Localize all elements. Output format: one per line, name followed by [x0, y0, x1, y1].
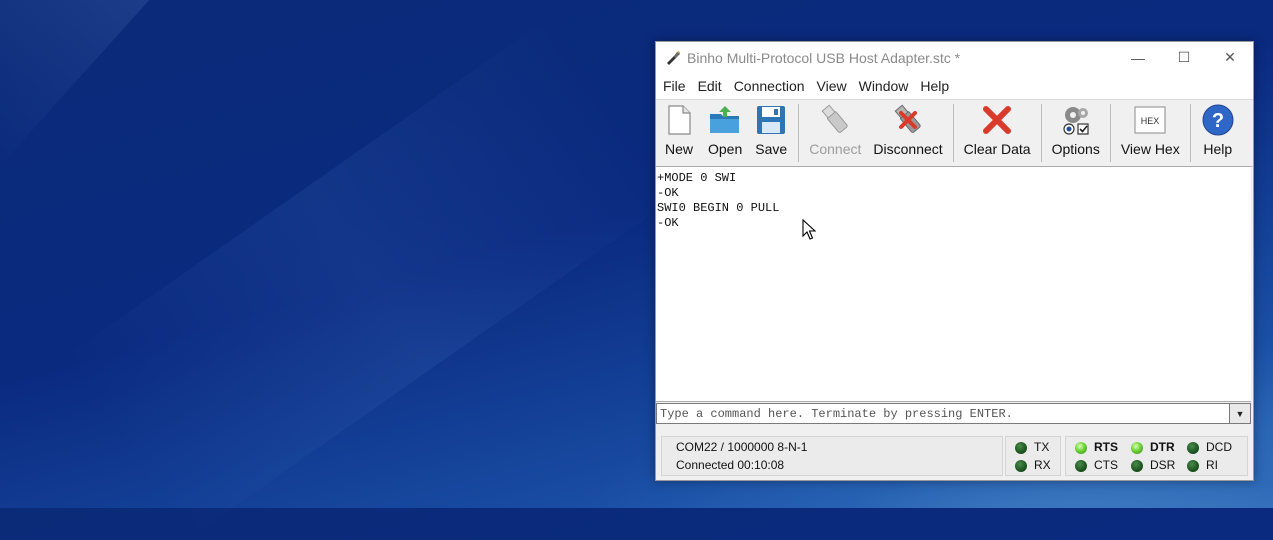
dsr-label: DSR [1150, 458, 1176, 472]
output-line: -OK [657, 216, 679, 230]
connection-time: Connected 00:10:08 [676, 458, 785, 472]
connect-label: Connect [809, 141, 862, 157]
toolbar: New Open Save Connect Disconnect Clear D… [656, 100, 1253, 167]
menu-bar: File Edit Connection View Window Help [656, 73, 1253, 100]
save-label: Save [755, 141, 788, 157]
command-input[interactable] [656, 403, 1230, 424]
new-document-icon [668, 105, 691, 135]
window-title: Binho Multi-Protocol USB Host Adapter.st… [687, 49, 961, 66]
minimize-button[interactable]: — [1115, 42, 1161, 73]
open-button[interactable]: Open [702, 100, 748, 166]
open-label: Open [708, 141, 743, 157]
hex-icon: HEX [1134, 106, 1166, 134]
ri-label: RI [1206, 458, 1218, 472]
rts-label[interactable]: RTS [1094, 440, 1118, 454]
rx-label: RX [1034, 458, 1051, 472]
menu-file[interactable]: File [658, 78, 691, 94]
title-bar[interactable]: Binho Multi-Protocol USB Host Adapter.st… [656, 42, 1253, 73]
output-line: -OK [657, 186, 679, 200]
disconnect-button[interactable]: Disconnect [867, 100, 948, 166]
help-label: Help [1203, 141, 1233, 157]
help-button[interactable]: ? Help [1195, 100, 1241, 166]
gear-options-icon [1063, 107, 1089, 135]
dtr-led-icon[interactable] [1131, 442, 1143, 454]
terminal-output[interactable]: +MODE 0 SWI -OK SWI0 BEGIN 0 PULL -OK [656, 166, 1251, 402]
toolbar-separator [1109, 104, 1111, 162]
usb-plug-icon [821, 104, 848, 133]
rx-led-icon [1015, 460, 1027, 472]
options-label: Options [1051, 141, 1100, 157]
mouse-pointer-icon [802, 219, 816, 240]
menu-connection[interactable]: Connection [729, 78, 810, 94]
desktop-light-streak [0, 0, 347, 168]
svg-text:?: ? [1212, 110, 1224, 132]
menu-edit[interactable]: Edit [693, 78, 727, 94]
status-bar: COM22 / 1000000 8-N-1 Connected 00:10:08… [656, 434, 1253, 476]
port-settings: COM22 / 1000000 8-N-1 [676, 440, 808, 454]
command-row: ▼ [656, 403, 1253, 424]
app-icon [667, 50, 680, 65]
command-history-dropdown[interactable]: ▼ [1230, 403, 1251, 424]
desktop-light-streak [60, 15, 678, 540]
disconnect-label: Disconnect [873, 141, 943, 157]
ri-led-icon [1187, 460, 1199, 472]
connection-status-panel: COM22 / 1000000 8-N-1 Connected 00:10:08 [661, 436, 1003, 476]
toolbar-separator [798, 104, 800, 162]
save-button[interactable]: Save [748, 100, 794, 166]
rts-led-icon[interactable] [1075, 442, 1087, 454]
chevron-down-icon: ▼ [1235, 408, 1245, 419]
clear-data-label: Clear Data [963, 141, 1031, 157]
new-label: New [664, 141, 693, 157]
disconnect-plug-icon [894, 104, 921, 133]
cts-led-icon [1075, 460, 1087, 472]
open-folder-icon [710, 106, 740, 133]
connect-button[interactable]: Connect [803, 100, 867, 166]
dcd-led-icon [1187, 442, 1199, 454]
view-hex-label: View Hex [1120, 141, 1180, 157]
signal-lines-panel: RTS CTS DTR DSR DCD RI [1065, 436, 1248, 476]
txrx-panel: TX RX [1005, 436, 1061, 476]
hex-icon-text: HEX [1141, 116, 1160, 126]
cts-label: CTS [1094, 458, 1118, 472]
output-line: SWI0 BEGIN 0 PULL [657, 201, 780, 215]
toolbar-separator [952, 104, 954, 162]
view-hex-button[interactable]: HEX View Hex [1115, 100, 1186, 166]
clear-data-button[interactable]: Clear Data [958, 100, 1037, 166]
toolbar-separator [1189, 104, 1191, 162]
dtr-label[interactable]: DTR [1150, 440, 1175, 454]
save-floppy-icon [757, 106, 786, 134]
close-button[interactable]: ✕ [1207, 42, 1253, 73]
clear-x-icon [983, 106, 1012, 134]
menu-help[interactable]: Help [915, 78, 954, 94]
dcd-label: DCD [1206, 440, 1232, 454]
help-question-icon: ? [1202, 104, 1234, 136]
menu-window[interactable]: Window [854, 78, 914, 94]
tx-led-icon [1015, 442, 1027, 454]
tx-label: TX [1034, 440, 1050, 454]
options-button[interactable]: Options [1046, 100, 1106, 166]
maximize-button[interactable]: ☐ [1161, 42, 1207, 73]
new-button[interactable]: New [656, 100, 702, 166]
dsr-led-icon [1131, 460, 1143, 472]
menu-view[interactable]: View [812, 78, 852, 94]
toolbar-separator [1040, 104, 1042, 162]
app-window: Binho Multi-Protocol USB Host Adapter.st… [655, 41, 1254, 481]
output-line: +MODE 0 SWI [657, 171, 737, 185]
